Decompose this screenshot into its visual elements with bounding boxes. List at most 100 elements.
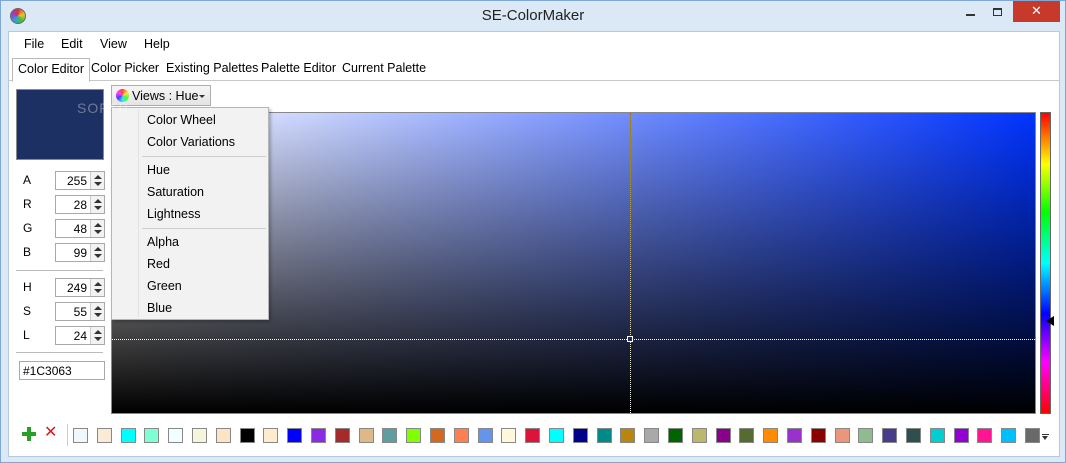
menu-item-green[interactable]: Green — [147, 279, 182, 293]
hex-color-input[interactable]: #1C3063 — [19, 361, 105, 380]
hue-spinner[interactable]: 249 — [55, 278, 105, 297]
palette-swatch[interactable] — [739, 428, 755, 443]
palette-swatch[interactable] — [382, 428, 398, 443]
app-window: SE-ColorMaker ✕ File Edit View Help Colo… — [0, 0, 1066, 463]
close-button[interactable]: ✕ — [1013, 1, 1060, 22]
menu-view[interactable]: View — [100, 37, 127, 51]
menu-help[interactable]: Help — [144, 37, 170, 51]
add-color-icon[interactable] — [22, 427, 36, 441]
spinner-arrows[interactable] — [90, 244, 104, 261]
palette-swatch[interactable] — [168, 428, 184, 443]
menu-item-saturation[interactable]: Saturation — [147, 185, 204, 199]
maximize-button[interactable] — [984, 1, 1011, 22]
down-arrow-icon — [94, 230, 102, 234]
palette-swatch[interactable] — [668, 428, 683, 443]
spinner-arrows[interactable] — [90, 303, 104, 320]
down-arrow-icon — [94, 206, 102, 210]
palette-swatch[interactable] — [406, 428, 422, 443]
palette-swatch[interactable] — [834, 428, 850, 443]
field-label: L — [23, 328, 30, 342]
palette-swatch[interactable] — [239, 428, 255, 443]
field-label: H — [23, 280, 32, 294]
delete-color-icon[interactable]: ✕ — [44, 425, 57, 441]
palette-swatch[interactable] — [810, 428, 826, 443]
red-spinner[interactable]: 28 — [55, 195, 105, 214]
tab-color-editor[interactable]: Color Editor — [12, 58, 90, 82]
hue-slider-marker-icon[interactable] — [1046, 316, 1054, 326]
menu-item-lightness[interactable]: Lightness — [147, 207, 201, 221]
palette-swatch[interactable] — [192, 428, 207, 443]
crosshair-handle[interactable] — [627, 336, 633, 342]
menu-item-color-wheel[interactable]: Color Wheel — [147, 113, 216, 127]
alpha-spinner[interactable]: 255 — [55, 171, 105, 190]
palette-swatch[interactable] — [215, 428, 231, 443]
palette-swatch[interactable] — [977, 428, 993, 443]
menu-file[interactable]: File — [24, 37, 44, 51]
palette-swatch[interactable] — [287, 428, 303, 443]
palette-swatch[interactable] — [525, 428, 541, 443]
menu-edit[interactable]: Edit — [61, 37, 83, 51]
palette-swatch[interactable] — [715, 428, 731, 443]
palette-swatch[interactable] — [73, 428, 88, 443]
green-spinner[interactable]: 48 — [55, 219, 105, 238]
palette-swatch[interactable] — [311, 428, 326, 443]
menu-item-blue[interactable]: Blue — [147, 301, 172, 315]
palette-swatch[interactable] — [120, 428, 136, 443]
menu-separator — [142, 228, 266, 229]
palette-swatch[interactable] — [501, 428, 517, 443]
spinner-arrows[interactable] — [90, 196, 104, 213]
palette-swatch[interactable] — [144, 428, 160, 443]
palette-swatch[interactable] — [858, 428, 874, 443]
palette-swatch[interactable] — [596, 428, 612, 443]
palette-overflow-icon[interactable] — [1042, 436, 1048, 440]
up-arrow-icon — [94, 223, 102, 227]
palette-swatch[interactable] — [358, 428, 374, 443]
palette-swatch[interactable] — [882, 428, 898, 443]
palette-swatch[interactable] — [263, 428, 279, 443]
menu-bar: File Edit View Help — [9, 32, 1059, 56]
tab-existing-palettes[interactable]: Existing Palettes — [166, 61, 258, 75]
palette-swatch[interactable] — [430, 428, 445, 443]
minimize-button[interactable] — [957, 1, 984, 22]
palette-swatch[interactable] — [549, 428, 564, 443]
tab-current-palette[interactable]: Current Palette — [342, 61, 426, 75]
palette-swatch[interactable] — [96, 428, 112, 443]
palette-swatch[interactable] — [477, 428, 493, 443]
spinner-value: 24 — [73, 329, 87, 343]
palette-swatch[interactable] — [787, 428, 802, 443]
palette-swatch[interactable] — [763, 428, 779, 443]
saturation-spinner[interactable]: 55 — [55, 302, 105, 321]
down-arrow-icon — [94, 313, 102, 317]
palette-swatch[interactable] — [644, 428, 660, 443]
blue-spinner[interactable]: 99 — [55, 243, 105, 262]
spinner-arrows[interactable] — [90, 220, 104, 237]
menu-item-color-variations[interactable]: Color Variations — [147, 135, 235, 149]
up-arrow-icon — [94, 282, 102, 286]
palette-swatch[interactable] — [953, 428, 969, 443]
palette-swatch[interactable] — [929, 428, 945, 443]
palette-swatch[interactable] — [453, 428, 469, 443]
spinner-arrows[interactable] — [90, 327, 104, 344]
tab-palette-editor[interactable]: Palette Editor — [261, 61, 336, 75]
up-arrow-icon — [94, 330, 102, 334]
palette-swatch[interactable] — [334, 428, 350, 443]
window-title: SE-ColorMaker — [481, 7, 585, 24]
hue-slider[interactable] — [1040, 112, 1051, 414]
palette-swatch[interactable] — [572, 428, 588, 443]
field-label: B — [23, 245, 32, 259]
palette-swatch[interactable] — [1025, 428, 1040, 443]
palette-swatch[interactable] — [906, 428, 921, 443]
tab-color-picker[interactable]: Color Picker — [91, 61, 159, 75]
spinner-arrows[interactable] — [90, 172, 104, 189]
palette-swatch[interactable] — [691, 428, 707, 443]
spinner-arrows[interactable] — [90, 279, 104, 296]
field-label: R — [23, 197, 32, 211]
menu-item-alpha[interactable]: Alpha — [147, 235, 179, 249]
palette-swatch[interactable] — [620, 428, 636, 443]
divider — [67, 424, 68, 446]
palette-swatch[interactable] — [1001, 428, 1017, 443]
watermark-text: SOFTP — [77, 100, 129, 116]
lightness-spinner[interactable]: 24 — [55, 326, 105, 345]
menu-item-hue[interactable]: Hue — [147, 163, 170, 177]
menu-item-red[interactable]: Red — [147, 257, 170, 271]
